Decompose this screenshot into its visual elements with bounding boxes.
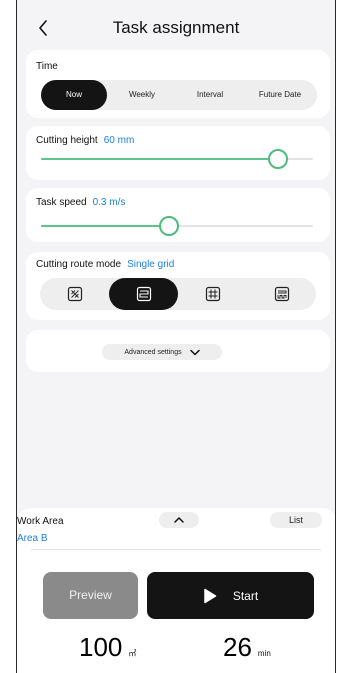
spiral-route-icon — [274, 286, 289, 302]
single-grid-icon — [136, 286, 151, 302]
cross-grid-icon — [205, 286, 220, 302]
work-area-panel: Work Area Area B List Preview Start 100 … — [17, 508, 335, 673]
time-option-weekly[interactable]: Weekly — [107, 80, 177, 110]
advanced-settings-toggle[interactable]: Advanced settings — [102, 344, 222, 360]
cutting-height-value: 60 mm — [103, 135, 135, 146]
time-segmented-control: Now Weekly Interval Future Date — [41, 80, 317, 110]
task-speed-slider-thumb[interactable] — [158, 216, 179, 236]
random-route-icon — [67, 286, 82, 302]
app-screen: Task assignment Time Now Weekly Interval… — [16, 0, 336, 673]
page-title: Task assignment — [112, 18, 240, 37]
work-area-expand-button[interactable] — [159, 512, 199, 528]
task-speed-slider-fill — [41, 225, 169, 227]
area-stat: 100 ㎡ — [79, 632, 136, 663]
play-icon — [204, 588, 217, 603]
task-speed-card: Task speed 0.3 m/s — [26, 188, 330, 242]
route-mode-option-spiral[interactable] — [247, 278, 316, 310]
task-speed-label: Task speed — [36, 197, 87, 208]
cutting-height-slider-thumb[interactable] — [267, 149, 288, 169]
route-mode-label: Cutting route mode — [36, 259, 122, 270]
time-option-future-date[interactable]: Future Date — [243, 80, 317, 110]
start-button-label: Start — [232, 588, 259, 603]
route-mode-heading: Cutting route mode Single grid — [36, 259, 174, 270]
advanced-settings-card: Advanced settings — [26, 330, 330, 372]
route-mode-selector — [40, 278, 316, 310]
cutting-height-slider-fill — [41, 158, 278, 160]
work-area-value[interactable]: Area B — [17, 533, 48, 544]
time-label: Time — [36, 61, 58, 72]
area-stat-unit: ㎡ — [128, 649, 137, 658]
route-mode-value: Single grid — [127, 259, 175, 270]
route-mode-option-single-grid[interactable] — [109, 278, 178, 310]
header: Task assignment — [17, 14, 335, 44]
task-speed-slider[interactable] — [41, 216, 313, 236]
time-card: Time Now Weekly Interval Future Date — [26, 50, 330, 118]
work-area-title: Work Area — [17, 516, 64, 527]
cutting-height-card: Cutting height 60 mm — [26, 126, 330, 180]
route-mode-card: Cutting route mode Single grid — [26, 252, 330, 320]
cutting-height-label: Cutting height — [36, 135, 98, 146]
start-button[interactable]: Start — [147, 572, 314, 619]
time-option-now[interactable]: Now — [41, 80, 107, 110]
chevron-down-icon — [189, 349, 200, 355]
area-stat-value: 100 — [79, 632, 123, 662]
route-mode-option-cross-grid[interactable] — [178, 278, 247, 310]
time-stat-unit: min — [257, 649, 271, 658]
divider — [31, 549, 321, 550]
time-option-interval[interactable]: Interval — [177, 80, 243, 110]
time-stat-value: 26 — [223, 632, 252, 662]
task-speed-heading: Task speed 0.3 m/s — [36, 197, 125, 208]
work-area-list-button[interactable]: List — [270, 512, 322, 528]
route-mode-option-random[interactable] — [40, 278, 109, 310]
advanced-settings-label: Advanced settings — [124, 348, 182, 356]
task-speed-value: 0.3 m/s — [92, 197, 126, 208]
cutting-height-slider[interactable] — [41, 149, 313, 169]
chevron-up-icon — [174, 517, 184, 523]
time-stat: 26 min — [223, 632, 271, 663]
preview-button[interactable]: Preview — [43, 572, 138, 619]
cutting-height-heading: Cutting height 60 mm — [36, 135, 134, 146]
